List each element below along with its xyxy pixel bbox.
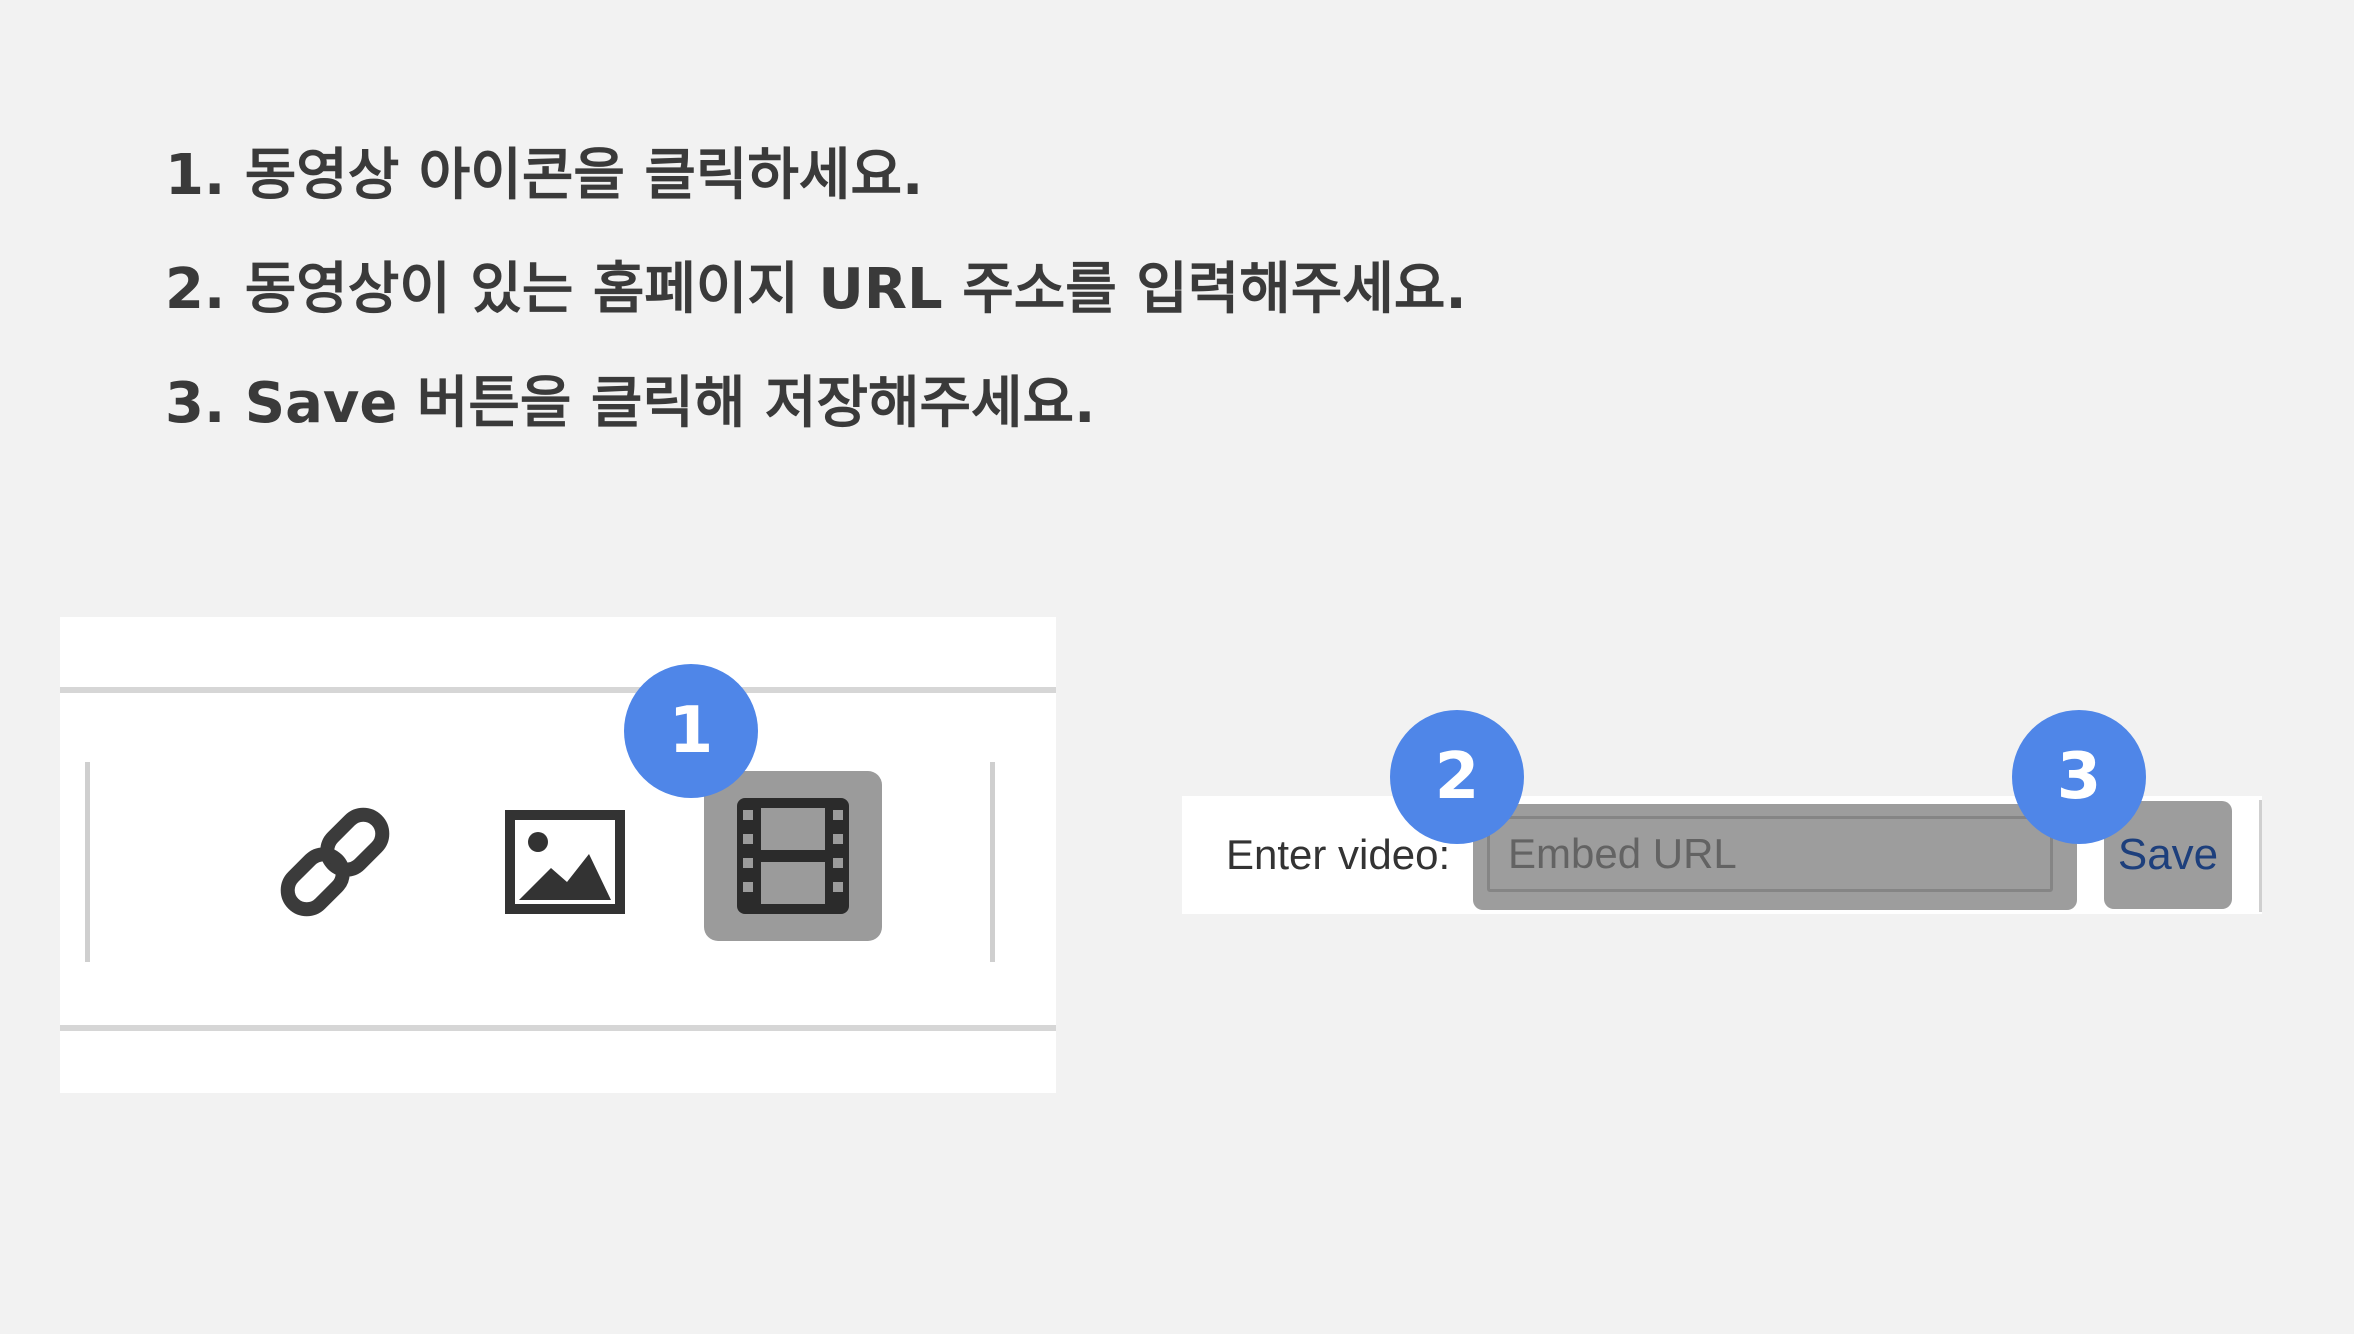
embed-bar-end-border bbox=[2259, 800, 2262, 912]
step-badge-2: 2 bbox=[1390, 710, 1524, 844]
insert-link-button[interactable] bbox=[260, 787, 410, 937]
step-badge-1: 1 bbox=[624, 664, 758, 798]
embed-url-highlight bbox=[1473, 804, 2077, 910]
instruction-step-2: 2. 동영상이 있는 홈페이지 URL 주소를 입력해주세요. bbox=[165, 257, 1467, 322]
embed-url-input[interactable] bbox=[1487, 816, 2053, 892]
video-icon bbox=[737, 798, 849, 914]
insert-video-button[interactable] bbox=[704, 771, 882, 941]
toolbar-top-border bbox=[60, 687, 1056, 693]
toolbar-separator-left bbox=[85, 762, 90, 962]
enter-video-label: Enter video: bbox=[1226, 831, 1451, 878]
image-icon bbox=[505, 810, 625, 914]
link-icon bbox=[280, 807, 390, 917]
editor-toolbar-screenshot bbox=[60, 617, 1056, 1093]
instruction-list: 1. 동영상 아이콘을 클릭하세요. 2. 동영상이 있는 홈페이지 URL 주… bbox=[165, 140, 1467, 482]
step-badge-3: 3 bbox=[2012, 710, 2146, 844]
toolbar-bottom-border bbox=[60, 1025, 1056, 1031]
insert-image-button[interactable] bbox=[490, 787, 640, 937]
instruction-step-3: 3. Save 버튼을 클릭해 저장해주세요. bbox=[165, 371, 1096, 436]
toolbar-separator-right bbox=[990, 762, 995, 962]
instruction-step-1: 1. 동영상 아이콘을 클릭하세요. bbox=[165, 143, 924, 208]
